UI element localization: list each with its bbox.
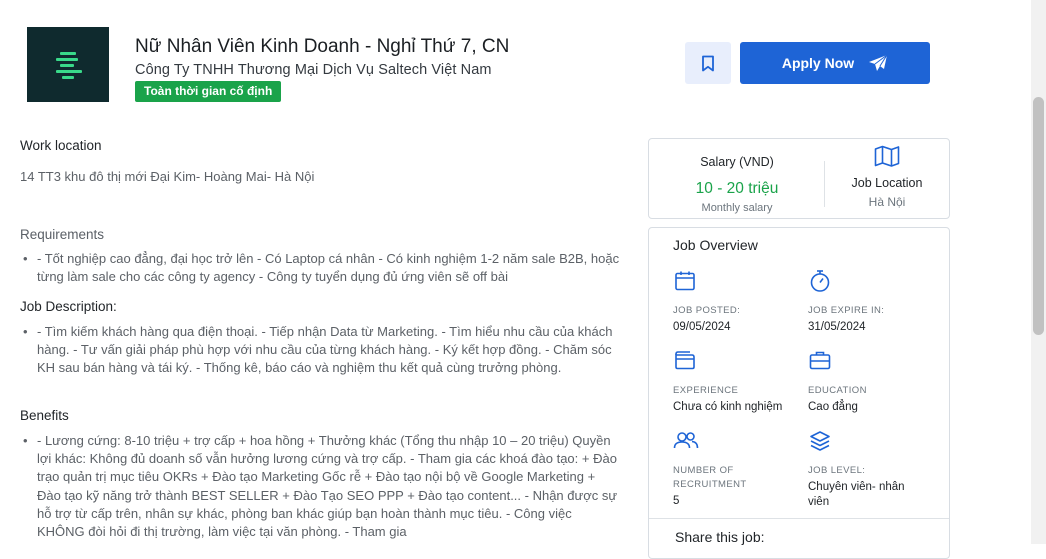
calendar-icon — [674, 270, 698, 294]
apply-now-label: Apply Now — [781, 55, 855, 71]
recruitment-label: NUMBER OF RECRUITMENT — [673, 465, 747, 490]
company-name[interactable]: Công Ty TNHH Thương Mại Dịch Vụ Saltech … — [135, 62, 492, 78]
job-posted-label: JOB POSTED: — [673, 305, 741, 316]
job-expire-label: JOB EXPIRE IN: — [808, 305, 885, 316]
logo-stroke — [60, 64, 74, 67]
salary-value: 10 - 20 triệu — [695, 180, 779, 197]
job-location-value: Hà Nội — [868, 195, 906, 209]
salary-period: Monthly salary — [701, 202, 773, 214]
briefcase-icon — [809, 350, 833, 374]
job-location-title: Job Location — [851, 176, 923, 190]
job-expire-value: 31/05/2024 — [808, 321, 866, 333]
benefits-list: - Lương cứng: 8-10 triệu + trợ cấp + hoa… — [20, 432, 620, 544]
list-item: - Tốt nghiệp cao đẳng, đại học trở lên -… — [20, 250, 620, 286]
list-item: - Lương cứng: 8-10 triệu + trợ cấp + hoa… — [20, 432, 620, 541]
recruitment-value: 5 — [673, 495, 680, 507]
wallet-icon — [674, 350, 698, 374]
people-icon — [673, 431, 699, 455]
paper-plane-icon — [869, 54, 888, 71]
job-posted-value: 09/05/2024 — [673, 321, 731, 333]
page-scrollbar-thumb[interactable] — [1033, 97, 1044, 335]
logo-stroke — [56, 58, 78, 61]
salary-card: Salary (VND) 10 - 20 triệu Monthly salar… — [648, 138, 950, 219]
job-level-value: Chuyên viên- nhân viên — [808, 481, 905, 508]
share-job-title: Share this job: — [675, 529, 765, 545]
job-description-list: - Tìm kiếm khách hàng qua điện thoại. - … — [20, 323, 620, 378]
requirements-heading: Requirements — [20, 227, 105, 242]
requirements-list: - Tốt nghiệp cao đẳng, đại học trở lên -… — [20, 250, 620, 286]
stopwatch-icon — [809, 269, 833, 293]
job-description-heading: Job Description: — [20, 299, 117, 314]
bookmark-icon — [702, 55, 714, 71]
job-title: Nữ Nhân Viên Kinh Doanh - Nghỉ Thứ 7, CN — [135, 36, 510, 57]
work-location-heading: Work location — [20, 138, 102, 153]
layers-icon — [809, 430, 833, 454]
job-overview-card: Job Overview JOB POSTED: 09/05/2024 JOB … — [648, 227, 950, 559]
share-divider — [649, 518, 949, 519]
logo-stroke — [60, 52, 76, 55]
job-level-label: JOB LEVEL: — [808, 465, 866, 476]
bookmark-button[interactable] — [685, 42, 731, 84]
job-overview-title: Job Overview — [673, 237, 758, 253]
logo-stroke — [56, 70, 82, 73]
salary-title: Salary (VND) — [700, 155, 774, 169]
experience-value: Chưa có kinh nghiệm — [673, 401, 783, 413]
employment-type-badge: Toàn thời gian cố định — [135, 81, 282, 102]
experience-label: EXPERIENCE — [673, 385, 739, 396]
apply-now-button[interactable]: Apply Now — [740, 42, 930, 84]
map-icon — [874, 145, 900, 172]
work-location-address: 14 TT3 khu đô thị mới Đại Kim- Hoàng Mai… — [20, 169, 315, 184]
education-value: Cao đẳng — [808, 401, 858, 413]
list-item: - Tìm kiếm khách hàng qua điện thoại. - … — [20, 323, 620, 378]
benefits-heading: Benefits — [20, 408, 69, 423]
company-logo — [27, 27, 109, 102]
education-label: EDUCATION — [808, 385, 867, 396]
logo-stroke — [62, 76, 74, 79]
